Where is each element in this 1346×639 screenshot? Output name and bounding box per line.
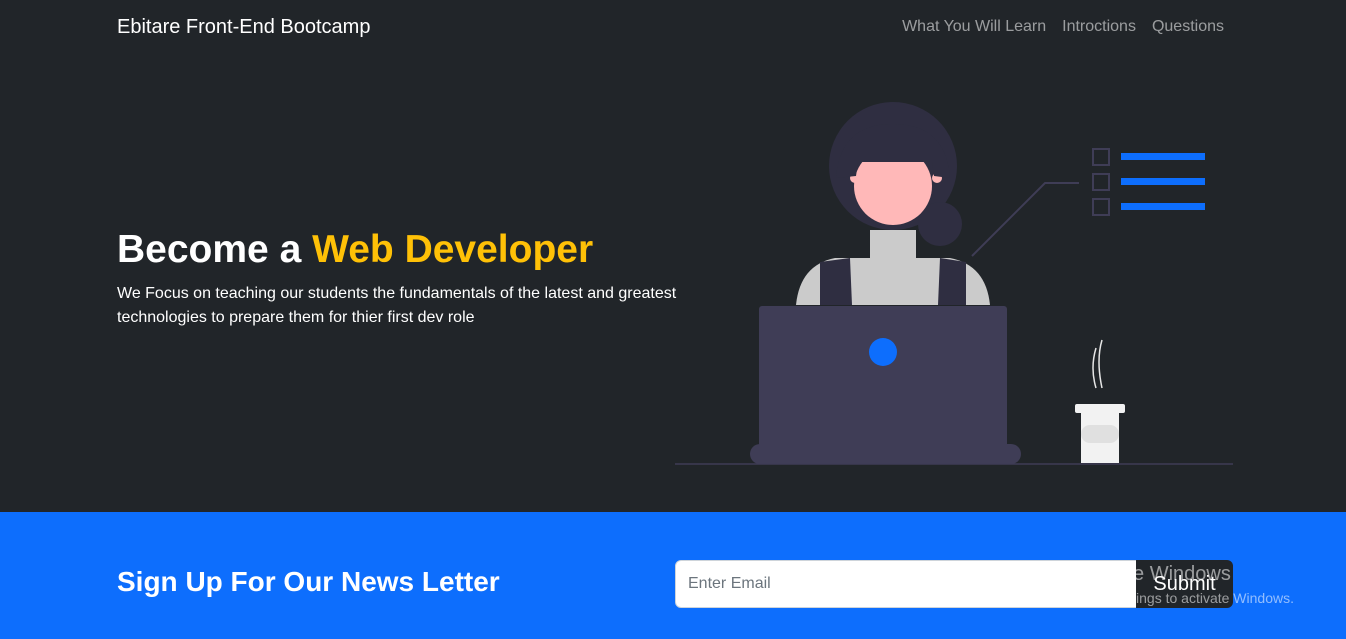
submit-button[interactable]: Submit [1136, 560, 1233, 608]
coffee-cup-icon [1075, 339, 1125, 463]
newsletter-title: Sign Up For Our News Letter [117, 566, 500, 597]
brand-link[interactable]: Ebitare Front-End Bootcamp [117, 16, 370, 39]
nav-link-introctions[interactable]: Introctions [1062, 18, 1136, 36]
hero-description: We Focus on teaching our students the fu… [117, 285, 677, 326]
newsletter-section: Sign Up For Our News Letter Submit [0, 512, 1346, 639]
email-input[interactable] [675, 560, 1137, 608]
developer-at-laptop-illustration [675, 102, 1233, 465]
hero-title: Become a Web Developer [117, 228, 593, 272]
navbar: Ebitare Front-End Bootcamp What You Will… [0, 0, 1346, 56]
hero-title-prefix: Become a [117, 228, 313, 271]
nav-link-what-you-will-learn[interactable]: What You Will Learn [902, 18, 1046, 36]
checklist-icon [971, 148, 1205, 257]
nav-link-questions[interactable]: Questions [1152, 18, 1224, 36]
nav-links: What You Will Learn Introctions Question… [902, 18, 1224, 36]
hero-title-accent: Web Developer [312, 228, 594, 271]
